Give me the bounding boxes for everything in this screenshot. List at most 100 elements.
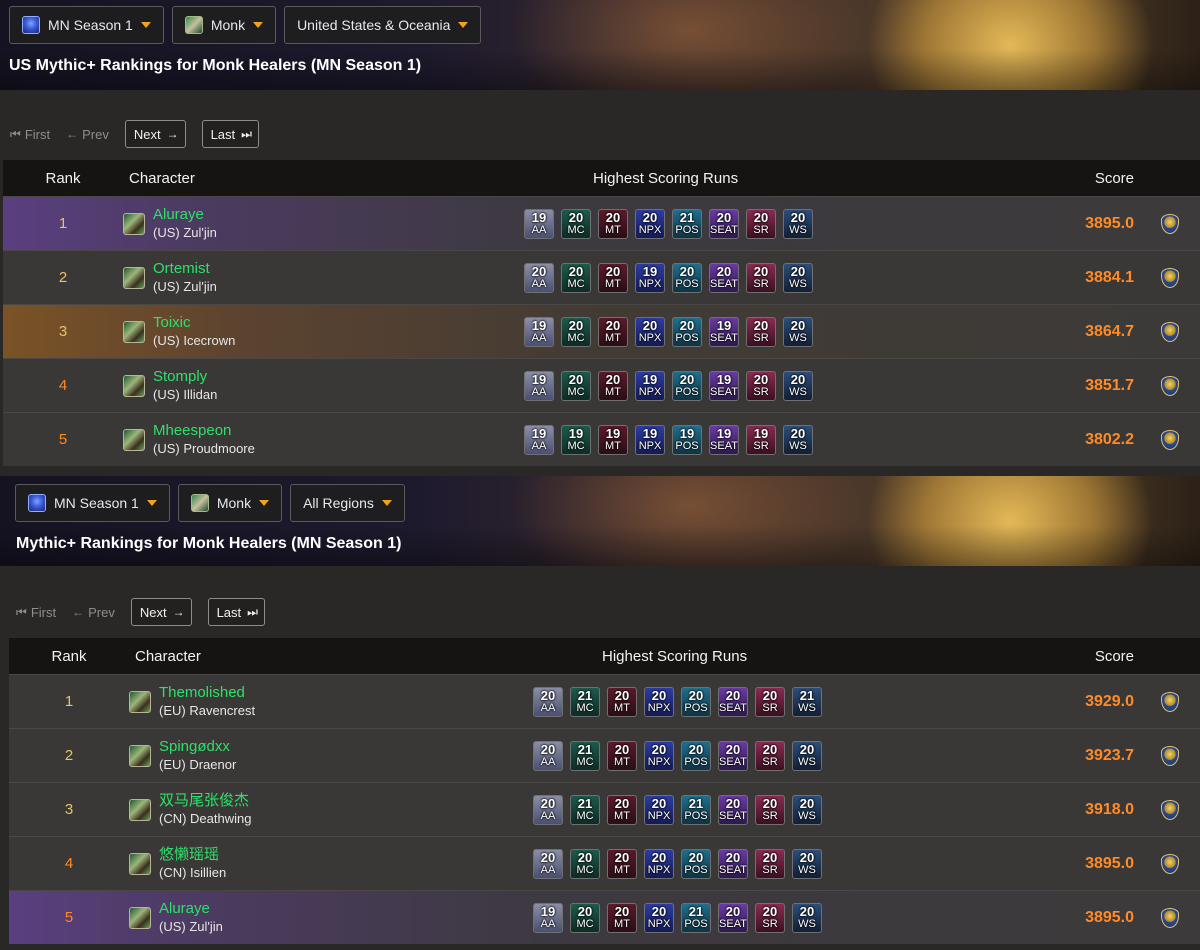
dungeon-run-aa[interactable]: 20 AA xyxy=(533,794,563,825)
dungeon-run-sr[interactable]: 20 SR xyxy=(746,316,776,347)
character-name-link[interactable]: Stomply xyxy=(153,368,217,386)
dungeon-run-sr[interactable]: 20 SR xyxy=(746,262,776,293)
dungeon-run-pos[interactable]: 21 POS xyxy=(681,794,711,825)
dungeon-run-mt[interactable]: 20 MT xyxy=(607,794,637,825)
dungeon-run-mt[interactable]: 19 MT xyxy=(598,424,628,455)
dungeon-run-mc[interactable]: 21 MC xyxy=(570,794,600,825)
dungeon-run-pos[interactable]: 20 POS xyxy=(672,262,702,293)
character-name-link[interactable]: Toixic xyxy=(153,314,235,332)
dungeon-run-mc[interactable]: 20 MC xyxy=(561,208,591,239)
dungeon-run-npx[interactable]: 20 NPX xyxy=(635,316,665,347)
dungeon-run-mc[interactable]: 20 MC xyxy=(561,262,591,293)
character-name-link[interactable]: 双马尾张俊杰 xyxy=(159,792,251,810)
dungeon-run-sr[interactable]: 20 SR xyxy=(755,848,785,879)
dungeon-run-pos[interactable]: 21 POS xyxy=(672,208,702,239)
dungeon-run-aa[interactable]: 19 AA xyxy=(524,370,554,401)
dungeon-run-aa[interactable]: 20 AA xyxy=(533,686,563,717)
dungeon-run-seat[interactable]: 19 SEAT xyxy=(709,424,739,455)
dungeon-run-mt[interactable]: 20 MT xyxy=(607,740,637,771)
dungeon-run-npx[interactable]: 20 NPX xyxy=(644,848,674,879)
last-page-button[interactable]: Last ⏭ xyxy=(201,120,259,148)
dungeon-run-seat[interactable]: 20 SEAT xyxy=(718,848,748,879)
prev-page-button[interactable]: ← Prev xyxy=(72,605,115,620)
dungeon-run-pos[interactable]: 20 POS xyxy=(681,848,711,879)
character-name-link[interactable]: Mheespeon xyxy=(153,422,255,440)
dungeon-run-ws[interactable]: 20 WS xyxy=(792,902,822,933)
dungeon-run-seat[interactable]: 19 SEAT xyxy=(709,370,739,401)
dungeon-run-pos[interactable]: 20 POS xyxy=(672,370,702,401)
dungeon-run-mc[interactable]: 20 MC xyxy=(561,316,591,347)
dungeon-run-npx[interactable]: 19 NPX xyxy=(635,424,665,455)
dungeon-run-mt[interactable]: 20 MT xyxy=(598,262,628,293)
dungeon-run-ws[interactable]: 21 WS xyxy=(792,686,822,717)
dungeon-run-seat[interactable]: 20 SEAT xyxy=(718,902,748,933)
dungeon-run-aa[interactable]: 19 AA xyxy=(524,208,554,239)
dungeon-run-npx[interactable]: 19 NPX xyxy=(635,370,665,401)
dungeon-run-ws[interactable]: 20 WS xyxy=(783,424,813,455)
first-page-button[interactable]: ⏮ First xyxy=(10,127,50,142)
dungeon-run-aa[interactable]: 19 AA xyxy=(524,316,554,347)
dungeon-run-seat[interactable]: 20 SEAT xyxy=(709,262,739,293)
character-name-link[interactable]: Themolished xyxy=(159,684,255,702)
dungeon-run-mc[interactable]: 21 MC xyxy=(570,686,600,717)
dungeon-run-pos[interactable]: 20 POS xyxy=(681,686,711,717)
dungeon-run-sr[interactable]: 20 SR xyxy=(755,740,785,771)
dungeon-run-mc[interactable]: 20 MC xyxy=(570,902,600,933)
dungeon-run-npx[interactable]: 20 NPX xyxy=(644,794,674,825)
dungeon-run-npx[interactable]: 20 NPX xyxy=(644,902,674,933)
dungeon-run-aa[interactable]: 19 AA xyxy=(533,902,563,933)
character-name-link[interactable]: Aluraye xyxy=(153,206,217,224)
dungeon-run-ws[interactable]: 20 WS xyxy=(783,370,813,401)
region-dropdown[interactable]: All Regions xyxy=(290,484,405,522)
dungeon-run-pos[interactable]: 20 POS xyxy=(672,316,702,347)
dungeon-run-mc[interactable]: 20 MC xyxy=(570,848,600,879)
dungeon-run-aa[interactable]: 20 AA xyxy=(533,848,563,879)
dungeon-run-sr[interactable]: 19 SR xyxy=(746,424,776,455)
prev-page-button[interactable]: ← Prev xyxy=(66,127,109,142)
dungeon-run-seat[interactable]: 19 SEAT xyxy=(709,316,739,347)
character-name-link[interactable]: Spingødxx xyxy=(159,738,236,756)
dungeon-run-sr[interactable]: 20 SR xyxy=(755,686,785,717)
dungeon-run-pos[interactable]: 20 POS xyxy=(681,740,711,771)
dungeon-run-npx[interactable]: 20 NPX xyxy=(644,686,674,717)
dungeon-run-sr[interactable]: 20 SR xyxy=(755,794,785,825)
dungeon-run-sr[interactable]: 20 SR xyxy=(746,370,776,401)
dungeon-run-seat[interactable]: 20 SEAT xyxy=(718,794,748,825)
dungeon-run-mt[interactable]: 20 MT xyxy=(607,686,637,717)
dungeon-run-ws[interactable]: 20 WS xyxy=(792,740,822,771)
dungeon-run-ws[interactable]: 20 WS xyxy=(783,262,813,293)
season-dropdown[interactable]: MN Season 1 xyxy=(15,484,170,522)
first-page-button[interactable]: ⏮ First xyxy=(16,605,56,620)
dungeon-run-pos[interactable]: 19 POS xyxy=(672,424,702,455)
class-dropdown[interactable]: Monk xyxy=(171,6,277,44)
dungeon-run-mt[interactable]: 20 MT xyxy=(598,316,628,347)
dungeon-run-sr[interactable]: 20 SR xyxy=(746,208,776,239)
dungeon-run-npx[interactable]: 19 NPX xyxy=(635,262,665,293)
dungeon-run-sr[interactable]: 20 SR xyxy=(755,902,785,933)
character-name-link[interactable]: Ortemist xyxy=(153,260,217,278)
next-page-button[interactable]: Next → xyxy=(124,120,186,148)
season-dropdown[interactable]: MN Season 1 xyxy=(9,6,164,44)
dungeon-run-mt[interactable]: 20 MT xyxy=(598,208,628,239)
dungeon-run-aa[interactable]: 20 AA xyxy=(533,740,563,771)
dungeon-run-seat[interactable]: 20 SEAT xyxy=(718,740,748,771)
dungeon-run-ws[interactable]: 20 WS xyxy=(792,794,822,825)
dungeon-run-ws[interactable]: 20 WS xyxy=(792,848,822,879)
dungeon-run-ws[interactable]: 20 WS xyxy=(783,208,813,239)
dungeon-run-mt[interactable]: 20 MT xyxy=(598,370,628,401)
dungeon-run-seat[interactable]: 20 SEAT xyxy=(718,686,748,717)
dungeon-run-seat[interactable]: 20 SEAT xyxy=(709,208,739,239)
next-page-button[interactable]: Next → xyxy=(130,598,192,626)
dungeon-run-ws[interactable]: 20 WS xyxy=(783,316,813,347)
region-dropdown[interactable]: United States & Oceania xyxy=(284,6,482,44)
dungeon-run-npx[interactable]: 20 NPX xyxy=(635,208,665,239)
dungeon-run-aa[interactable]: 19 AA xyxy=(524,424,554,455)
dungeon-run-aa[interactable]: 20 AA xyxy=(524,262,554,293)
dungeon-run-mc[interactable]: 19 MC xyxy=(561,424,591,455)
character-name-link[interactable]: Aluraye xyxy=(159,900,223,918)
dungeon-run-mt[interactable]: 20 MT xyxy=(607,902,637,933)
dungeon-run-mt[interactable]: 20 MT xyxy=(607,848,637,879)
dungeon-run-mc[interactable]: 21 MC xyxy=(570,740,600,771)
dungeon-run-mc[interactable]: 20 MC xyxy=(561,370,591,401)
dungeon-run-pos[interactable]: 21 POS xyxy=(681,902,711,933)
